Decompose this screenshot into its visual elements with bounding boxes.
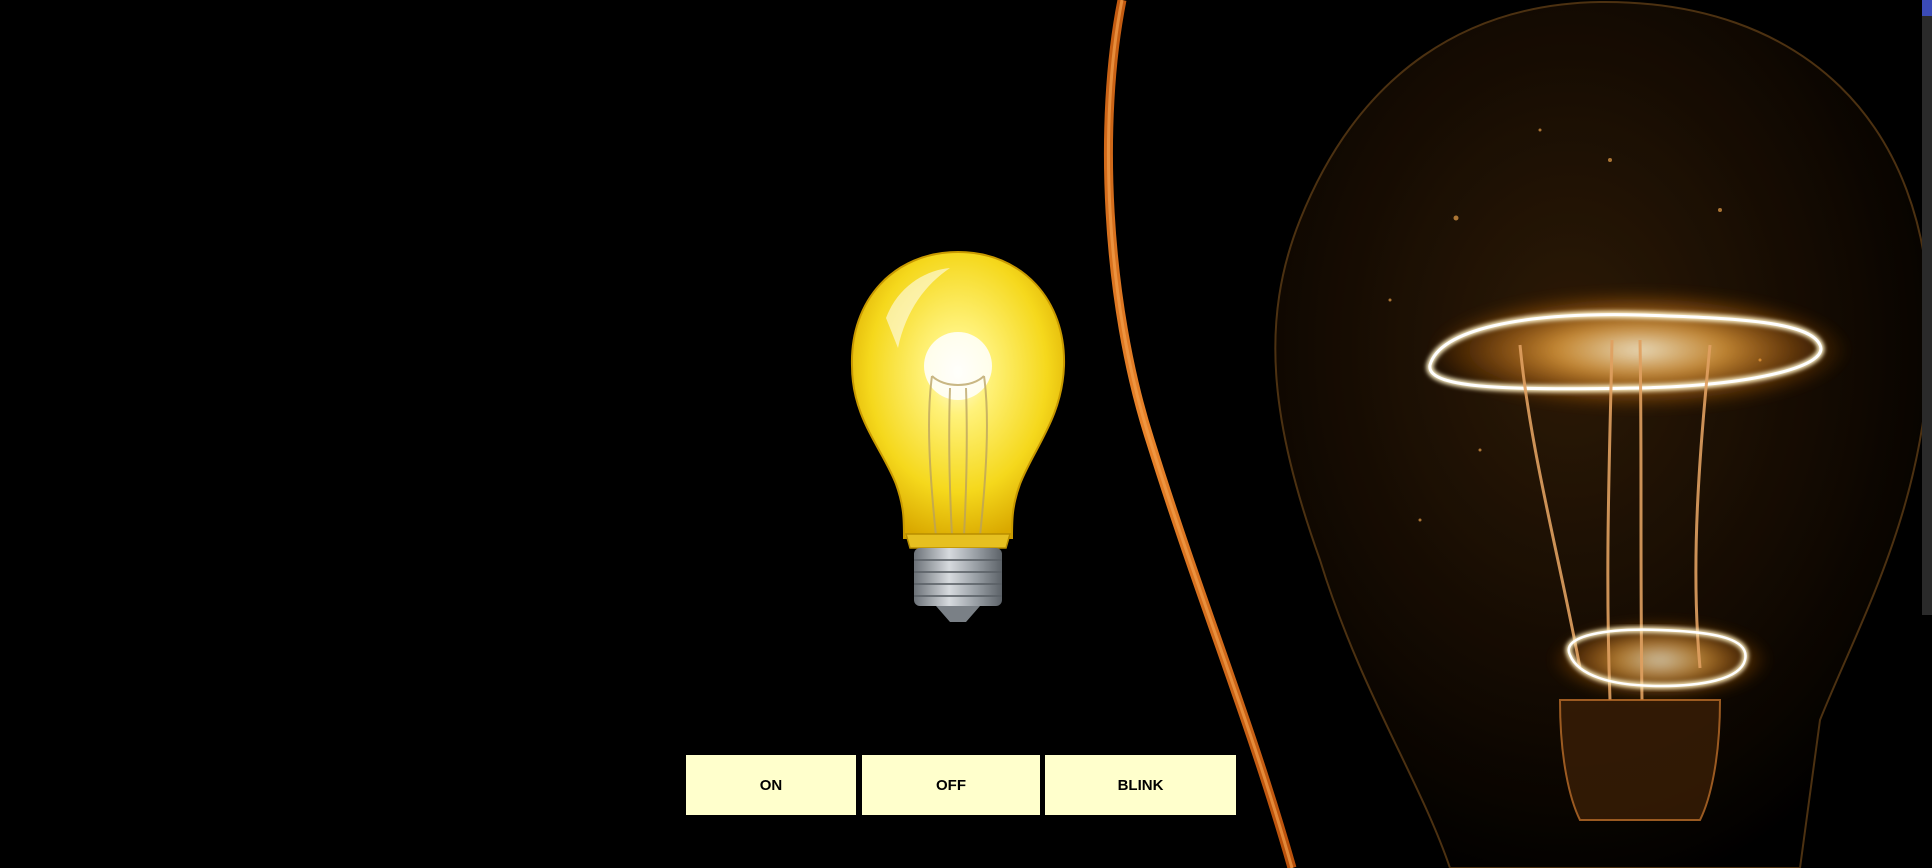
off-button[interactable]: OFF — [862, 755, 1040, 815]
lightbulb-icon — [850, 250, 1066, 622]
blink-button[interactable]: BLINK — [1045, 755, 1236, 815]
scrollbar-thumb[interactable] — [1922, 0, 1932, 615]
page: ON OFF BLINK — [0, 0, 1932, 868]
scrollbar-indicator — [1922, 0, 1932, 16]
on-button[interactable]: ON — [686, 755, 856, 815]
photo-copper-wire — [1103, 0, 1297, 868]
